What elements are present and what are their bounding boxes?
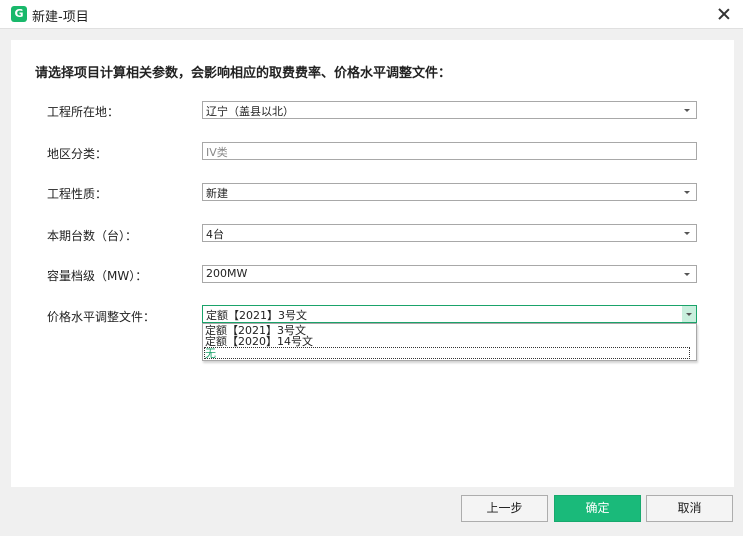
price-doc-select[interactable]: 定额【2021】3号文 (202, 305, 697, 323)
location-value: 辽宁（盖县以北） (206, 105, 294, 118)
capacity-select[interactable]: 200MW (202, 265, 697, 283)
dropdown-option[interactable]: 无 (204, 347, 690, 360)
dropdown-toggle[interactable] (682, 306, 696, 322)
window-title: 新建-项目 (32, 10, 89, 25)
title-bar: 新建-项目 (0, 0, 743, 29)
capacity-label: 容量档级（MW）： (47, 269, 148, 283)
capacity-value: 200MW (206, 267, 248, 280)
units-select[interactable]: 4台 (202, 224, 697, 242)
location-label: 工程所在地： (47, 105, 120, 119)
price-doc-dropdown-list: 定额【2021】3号文 定额【2020】14号文 无 (202, 323, 697, 361)
region-label: 地区分类： (47, 147, 108, 161)
region-value: IV类 (206, 146, 228, 159)
nature-select[interactable]: 新建 (202, 183, 697, 201)
cancel-button[interactable]: 取消 (646, 495, 733, 522)
chevron-down-icon (684, 232, 690, 235)
price-doc-value: 定额【2021】3号文 (206, 309, 307, 322)
chevron-down-icon (684, 109, 690, 112)
units-label: 本期台数（台）： (47, 229, 138, 243)
nature-label: 工程性质： (47, 187, 108, 201)
chevron-down-icon (684, 191, 690, 194)
price-doc-label: 价格水平调整文件： (47, 310, 156, 324)
close-icon[interactable] (713, 3, 735, 25)
prev-step-button[interactable]: 上一步 (461, 495, 548, 522)
location-select[interactable]: 辽宁（盖县以北） (202, 101, 697, 119)
units-value: 4台 (206, 228, 224, 241)
parameter-panel: 请选择项目计算相关参数，会影响相应的取费费率、价格水平调整文件： 工程所在地： … (11, 40, 734, 487)
region-field: IV类 (202, 142, 697, 160)
instruction-text: 请选择项目计算相关参数，会影响相应的取费费率、价格水平调整文件： (35, 66, 452, 81)
chevron-down-icon (686, 313, 692, 316)
ok-button[interactable]: 确定 (554, 495, 641, 522)
chevron-down-icon (684, 273, 690, 276)
app-logo-icon (11, 6, 27, 22)
nature-value: 新建 (206, 187, 228, 200)
